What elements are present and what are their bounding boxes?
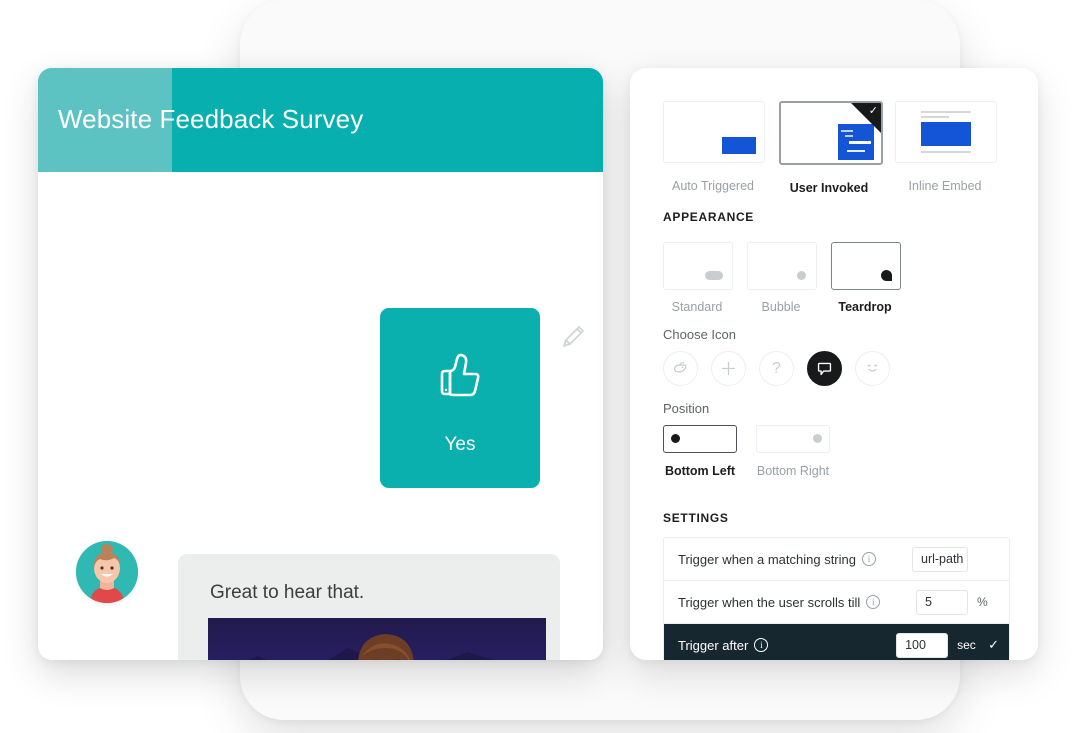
settings-row-label: Trigger when a matching string — [678, 551, 856, 567]
pencil-icon[interactable] — [558, 322, 588, 352]
bottom-left-preview — [663, 425, 737, 453]
survey-widget: Website Feedback Survey Yes Great to hea… — [38, 68, 603, 660]
standard-preview — [663, 242, 733, 290]
matching-string-input[interactable]: url-path — [912, 546, 968, 572]
survey-header: Website Feedback Survey — [38, 68, 603, 172]
trigger-type-group: Auto Triggered ✓ User Invoked Inline Emb… — [663, 101, 997, 195]
trigger-type-label: Auto Triggered — [672, 179, 754, 193]
appearance-label: Standard — [671, 300, 723, 314]
trigger-type-label: Inline Embed — [908, 179, 982, 193]
appearance-option-teardrop[interactable]: Teardrop — [831, 242, 901, 314]
appearance-option-standard[interactable]: Standard — [663, 242, 733, 314]
info-icon[interactable]: i — [754, 638, 769, 652]
settings-row-trigger-after[interactable]: Trigger after i 100 sec ✓ — [664, 624, 1009, 660]
bot-message-text: Great to hear that. — [210, 582, 365, 603]
question-mark-icon[interactable]: ? — [759, 351, 794, 386]
settings-row-unit: % — [977, 595, 988, 609]
position-option-label: Bottom Right — [756, 464, 830, 478]
auto-triggered-thumbnail — [663, 101, 765, 163]
choose-icon-label: Choose Icon — [663, 327, 736, 342]
trigger-type-label: User Invoked — [789, 181, 869, 195]
scroll-percent-input[interactable]: 5 — [916, 589, 968, 615]
settings-heading: SETTINGS — [663, 511, 729, 525]
position-option-label: Bottom Left — [664, 464, 736, 478]
settings-panel: Auto Triggered ✓ User Invoked Inline Emb… — [630, 68, 1038, 660]
pill-shape-icon — [705, 271, 723, 280]
settings-row-unit: sec — [957, 638, 976, 652]
position-dot-icon — [671, 434, 680, 443]
appearance-group: Standard Bubble Teardrop — [663, 242, 901, 314]
trigger-type-user-invoked[interactable]: ✓ User Invoked — [779, 101, 883, 195]
trigger-type-inline-embed[interactable]: Inline Embed — [895, 101, 997, 195]
settings-row-label: Trigger after — [678, 637, 749, 653]
screenshot-stage: Website Feedback Survey Yes Great to hea… — [0, 0, 1080, 733]
position-group: Bottom Left Bottom Right — [663, 425, 830, 478]
smiley-icon[interactable] — [855, 351, 890, 386]
bottom-right-preview — [756, 425, 830, 453]
teardrop-shape-icon — [881, 270, 892, 281]
bubble-preview — [747, 242, 817, 290]
position-dot-icon — [813, 434, 822, 443]
appearance-label: Bubble — [761, 300, 801, 314]
settings-row-scroll-percent[interactable]: Trigger when the user scrolls till i 5 % — [664, 581, 1009, 624]
speech-bubble-icon[interactable] — [807, 351, 842, 386]
thumbs-up-icon — [430, 347, 490, 408]
message-gif: YOU DID GOOD. — [208, 618, 546, 660]
settings-row-matching-string[interactable]: Trigger when a matching string i url-pat… — [664, 538, 1009, 581]
trigger-after-input[interactable]: 100 — [896, 632, 949, 658]
appearance-label: Teardrop — [838, 300, 892, 314]
appearance-heading: APPEARANCE — [663, 210, 755, 224]
teardrop-preview — [831, 242, 901, 290]
appearance-option-bubble[interactable]: Bubble — [747, 242, 817, 314]
position-label: Position — [663, 401, 710, 416]
inline-embed-thumbnail — [895, 101, 997, 163]
answer-option-yes[interactable]: Yes — [380, 308, 540, 488]
settings-row-label: Trigger when the user scrolls till — [678, 594, 861, 610]
bot-message-bubble: Great to hear that. — [178, 554, 560, 660]
answer-option-label: Yes — [444, 433, 476, 455]
trigger-type-auto-triggered[interactable]: Auto Triggered — [663, 101, 765, 195]
circle-shape-icon — [797, 271, 806, 280]
bird-icon[interactable] — [663, 351, 698, 386]
survey-body: Yes Great to hear that. — [38, 172, 603, 660]
info-icon[interactable]: i — [862, 552, 876, 566]
position-option-bottom-left[interactable]: Bottom Left — [663, 425, 737, 478]
icon-chooser-group: ? — [663, 351, 890, 386]
plus-icon[interactable] — [711, 351, 746, 386]
avatar — [76, 541, 138, 603]
check-icon: ✓ — [868, 105, 878, 117]
user-invoked-thumbnail: ✓ — [779, 101, 883, 165]
confirm-check-icon[interactable]: ✓ — [988, 637, 999, 653]
survey-title: Website Feedback Survey — [58, 104, 364, 134]
settings-table: Trigger when a matching string i url-pat… — [663, 537, 1010, 660]
info-icon[interactable]: i — [866, 595, 881, 609]
position-option-bottom-right[interactable]: Bottom Right — [756, 425, 830, 478]
